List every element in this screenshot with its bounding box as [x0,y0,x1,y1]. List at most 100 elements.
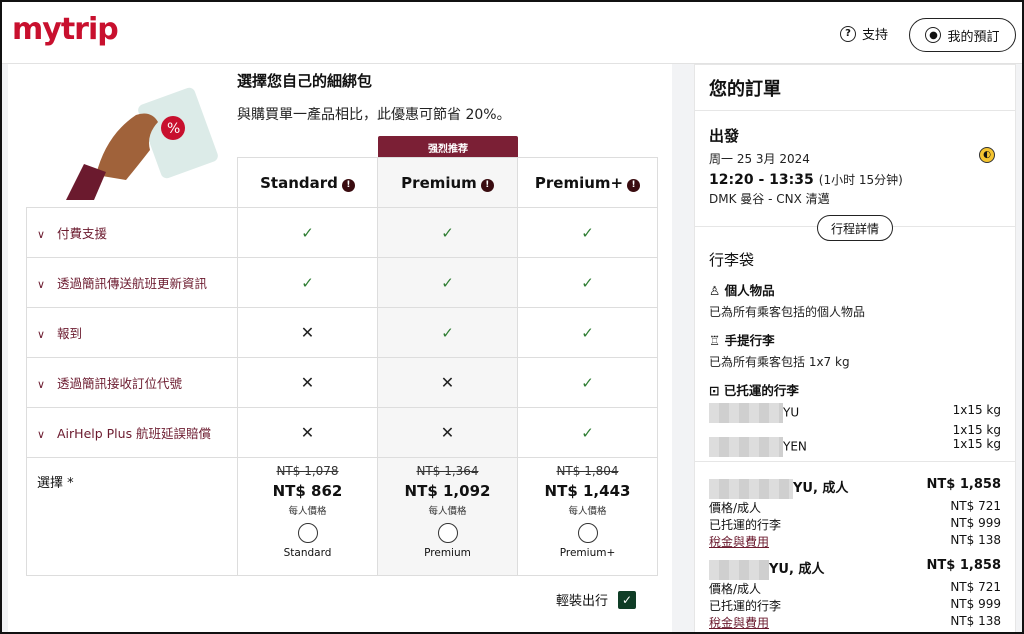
info-icon[interactable]: ! [341,178,355,192]
new-price: NT$ 862 [272,482,343,500]
chevron-down-icon: ∨ [37,278,46,291]
feature-expand[interactable]: ∨ AirHelp Plus 航班延誤賠償 [26,407,238,458]
cross-icon: ✕ [300,423,315,442]
cross-icon: ✕ [440,373,455,392]
checked-bag-row: YEN 1x15 kg [709,437,1001,457]
radio-premium-plus[interactable] [577,523,598,543]
recommended-badge: 强烈推荐 [378,136,518,158]
departure-time: 12:20 - 13:35 [709,172,814,188]
check-icon: ✓ [581,323,594,342]
old-price: NT$ 1,804 [556,464,619,478]
bags-section: 行李袋 ♙ 個人物品 已為所有乘客包括的個人物品 ♖ 手提行李 已為所有乘客包括… [695,227,1015,467]
price-option-standard[interactable]: NT$ 1,078 NT$ 862 每人價格 Standard [237,457,378,576]
bundle-subtitle: 與購買單一產品相比，此優惠可節省 20%。 [237,107,511,123]
cross-icon: ✕ [440,423,455,442]
check-icon: ✓ [581,373,594,392]
carry-on-desc: 已為所有乘客包括 1x7 kg [709,355,850,369]
per-person-label: 每人價格 [568,506,607,517]
redacted-name [709,559,769,580]
personal-item-title: 個人物品 [724,283,775,298]
top-header: mytrip ? 支持 ● 我的預訂 [2,2,1022,64]
table-row: ∨ AirHelp Plus 航班延誤賠償 ✕ ✕ ✓ [26,407,658,458]
table-row: ∨ 透過簡訊傳送航班更新資訊 ✓ ✓ ✓ [26,257,658,308]
svg-text:%: % [167,121,180,137]
bundle-title: 選擇您自己的細綁包 [237,72,373,90]
info-icon[interactable]: ! [627,178,641,192]
light-travel-option[interactable]: 輕裝出行 ✓ [556,590,637,609]
flight-route: DMK 曼谷 - CNX 清邁 [709,192,830,206]
check-icon: ✓ [581,423,594,442]
radio-standard[interactable] [297,523,318,543]
checked-bag-icon: ⊡ [709,383,720,398]
check-icon: ✓ [441,323,454,342]
new-price: NT$ 1,443 [544,482,631,500]
departure-date: 周一 25 3月 2024 [709,152,810,166]
per-person-label: 每人價格 [428,506,467,517]
feature-expand[interactable]: ∨ 報到 [26,307,238,358]
info-icon[interactable]: ! [480,178,494,192]
my-booking-button[interactable]: ● 我的預訂 [909,18,1016,52]
table-row: ∨ 透過簡訊接收訂位代號 ✕ ✕ ✓ [26,357,658,408]
personal-item-desc: 已為所有乘客包括的個人物品 [709,305,866,319]
plan-premium-plus-header: Premium+! [517,157,658,208]
checked-bag-row: 1x15 kg [952,423,1001,437]
check-icon: ✓ [301,273,314,292]
table-header-row: Standard! Premium! Premium+! [26,157,658,208]
table-row: ∨ 付費支援 ✓ ✓ ✓ [26,207,658,258]
cross-icon: ✕ [300,323,315,342]
taxes-fees-link[interactable]: 稅金與費用 [709,533,769,550]
check-icon: ✓ [441,223,454,242]
new-price: NT$ 1,092 [404,482,491,500]
cross-icon: ✕ [300,373,315,392]
support-link[interactable]: ? 支持 [840,24,888,43]
radio-premium[interactable] [437,523,458,543]
bundle-comparison-table: Standard! Premium! Premium+! ∨ 付費支援 ✓ ✓ ✓… [26,157,658,576]
user-icon: ● [925,27,942,43]
check-icon: ✓ [581,273,594,292]
order-title: 您的訂單 [709,79,781,100]
redacted-name [709,478,793,499]
carry-on-icon: ♖ [709,333,721,348]
checked-bag-title: 已托運的行李 [723,383,799,398]
support-label: 支持 [862,28,889,43]
order-summary-panel: 您的訂單 出發 周一 25 3月 2024 12:20 - 13:35 (1小时… [694,64,1016,634]
taxes-fees-link[interactable]: 稅金與費用 [709,614,769,631]
chevron-down-icon: ∨ [37,228,46,241]
old-price: NT$ 1,078 [276,464,339,478]
feature-expand[interactable]: ∨ 付費支援 [26,207,238,258]
redacted-name [709,437,783,457]
light-travel-label: 輕裝出行 [556,594,609,609]
departure-section: 出發 周一 25 3月 2024 12:20 - 13:35 (1小时 15分钟… [695,111,1015,227]
feature-expand[interactable]: ∨ 透過簡訊接收訂位代號 [26,357,238,408]
price-option-premium[interactable]: NT$ 1,364 NT$ 1,092 每人價格 Premium [377,457,518,576]
mytrip-logo[interactable]: mytrip [12,12,119,47]
plan-premium-header: Premium! [377,157,518,208]
departure-label: 出發 [709,127,740,145]
light-travel-checkbox[interactable]: ✓ [618,590,637,609]
chevron-down-icon: ∨ [37,328,46,341]
flight-duration: (1小时 15分钟) [818,173,903,187]
select-label: 選擇 * [26,457,238,576]
airline-logo-icon: ◐ [979,147,995,163]
passenger-price-2: YU, 成人 NT$ 1,858 價格/成人 NT$ 721 已托運的行李 NT$ 9… [709,558,1001,631]
radio-label: Premium [424,547,471,559]
radio-label: Premium+ [559,547,616,559]
my-booking-label: 我的預訂 [947,29,1000,45]
passenger-price-1: YU, 成人 NT$ 1,858 價格/成人 NT$ 721 已托運的行李 NT$ 9… [709,477,1001,550]
checked-bag-row: YU 1x15 kg [709,403,1001,423]
chevron-down-icon: ∨ [37,428,46,441]
check-icon: ✓ [581,223,594,242]
old-price: NT$ 1,364 [416,464,479,478]
plan-standard-header: Standard! [237,157,378,208]
price-option-premium-plus[interactable]: NT$ 1,804 NT$ 1,443 每人價格 Premium+ [517,457,658,576]
check-icon: ✓ [301,223,314,242]
redacted-name [709,403,783,423]
table-row: ∨ 報到 ✕ ✓ ✓ [26,307,658,358]
chevron-down-icon: ∨ [37,378,46,391]
per-person-label: 每人價格 [288,506,327,517]
check-icon: ✓ [441,273,454,292]
personal-item-icon: ♙ [709,283,721,298]
bags-title: 行李袋 [709,251,755,269]
feature-expand[interactable]: ∨ 透過簡訊傳送航班更新資訊 [26,257,238,308]
radio-label: Standard [283,547,332,559]
